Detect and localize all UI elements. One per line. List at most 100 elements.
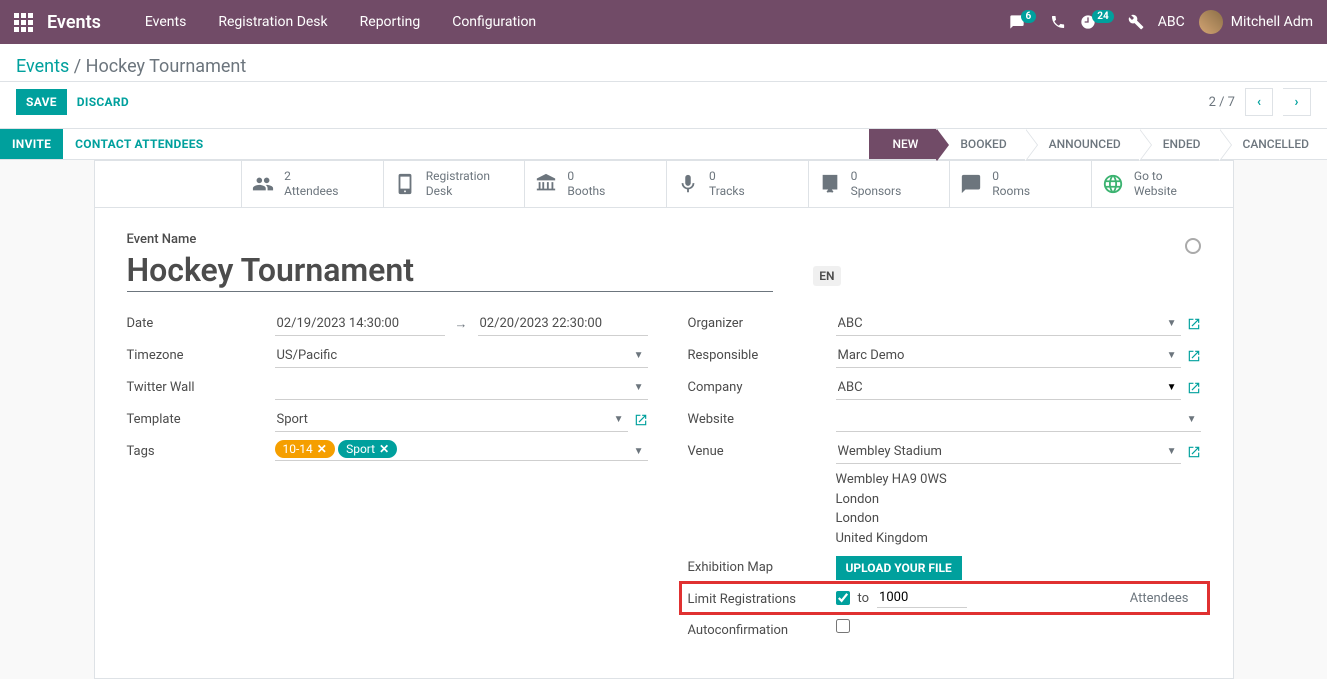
stage-flow: NEW BOOKED ANNOUNCED ENDED CANCELLED <box>869 129 1327 159</box>
stat-website[interactable]: Go toWebsite <box>1091 161 1233 207</box>
template-select[interactable]: ▼ <box>275 408 628 432</box>
stage-new[interactable]: NEW <box>869 129 937 159</box>
event-name-input[interactable] <box>127 249 774 292</box>
external-link-icon[interactable] <box>1187 381 1201 395</box>
venue-address: Wembley HA9 0WS London London United Kin… <box>836 470 1201 548</box>
nav-configuration[interactable]: Configuration <box>436 2 552 42</box>
template-label: Template <box>127 408 275 427</box>
tags-input[interactable]: 10-14 ✕ Sport ✕ ▼ <box>275 440 648 461</box>
limit-registrations-checkbox[interactable] <box>836 591 850 605</box>
limit-value-input[interactable] <box>877 588 967 608</box>
tag[interactable]: Sport ✕ <box>338 440 397 458</box>
tag[interactable]: 10-14 ✕ <box>275 440 335 458</box>
stage-cancelled[interactable]: CANCELLED <box>1219 129 1327 159</box>
tag-remove-icon[interactable]: ✕ <box>317 442 327 456</box>
blackboard-icon <box>819 173 841 195</box>
venue-select[interactable]: ▼ <box>836 440 1181 464</box>
top-navbar: Events Events Registration Desk Reportin… <box>0 0 1327 44</box>
status-bar: INVITE CONTACT ATTENDEES NEW BOOKED ANNO… <box>0 129 1327 160</box>
exhibition-map-label: Exhibition Map <box>688 556 836 575</box>
lang-badge[interactable]: EN <box>813 266 840 286</box>
stat-row: 2Attendees RegistrationDesk 0Booths 0Tra… <box>95 161 1233 208</box>
twitter-wall-select[interactable]: ▼ <box>275 376 648 400</box>
phone-icon[interactable] <box>1050 14 1066 30</box>
company-switcher[interactable]: ABC <box>1158 14 1185 30</box>
responsible-select[interactable]: ▼ <box>836 344 1181 368</box>
external-link-icon[interactable] <box>634 413 648 427</box>
debug-icon[interactable] <box>1128 14 1144 30</box>
pager: 2 / 7 ‹ › <box>1209 88 1311 116</box>
top-menu: Events Registration Desk Reporting Confi… <box>129 2 552 42</box>
stage-announced[interactable]: ANNOUNCED <box>1025 129 1139 159</box>
stat-attendees[interactable]: 2Attendees <box>241 161 383 207</box>
nav-reporting[interactable]: Reporting <box>344 2 437 42</box>
event-name-label: Event Name <box>127 232 774 247</box>
tag-remove-icon[interactable]: ✕ <box>379 442 389 456</box>
bank-icon <box>535 173 557 195</box>
messages-badge: 6 <box>1021 10 1037 23</box>
autoconfirmation-checkbox[interactable] <box>836 619 850 633</box>
pager-next[interactable]: › <box>1283 88 1311 116</box>
stat-tracks[interactable]: 0Tracks <box>666 161 808 207</box>
external-link-icon[interactable] <box>1187 445 1201 459</box>
limit-registrations-highlight: Limit Registrations to Attendees <box>679 581 1210 615</box>
timezone-label: Timezone <box>127 344 275 363</box>
date-end-input[interactable] <box>478 312 648 336</box>
discard-button[interactable]: DISCARD <box>67 89 139 115</box>
stage-booked[interactable]: BOOKED <box>936 129 1024 159</box>
user-name: Mitchell Adm <box>1231 14 1313 30</box>
globe-icon <box>1102 173 1124 195</box>
nav-events[interactable]: Events <box>129 2 202 42</box>
external-link-icon[interactable] <box>1187 349 1201 363</box>
messages-icon[interactable]: 6 <box>1009 14 1037 30</box>
breadcrumb-current: Hockey Tournament <box>86 56 247 77</box>
limit-registrations-label: Limit Registrations <box>688 588 836 607</box>
pager-prev[interactable]: ‹ <box>1245 88 1273 116</box>
stat-rooms[interactable]: 0Rooms <box>949 161 1091 207</box>
apps-icon[interactable] <box>14 13 33 32</box>
timezone-select[interactable]: ▼ <box>275 344 648 368</box>
limit-suffix: Attendees <box>1130 591 1189 606</box>
organizer-select[interactable]: ▼ <box>836 312 1181 336</box>
chat-icon <box>960 173 982 195</box>
nav-registration-desk[interactable]: Registration Desk <box>202 2 343 42</box>
avatar <box>1199 10 1223 34</box>
website-select[interactable]: ▼ <box>836 408 1201 432</box>
people-icon <box>252 173 274 195</box>
control-panel-top: Events / Hockey Tournament <box>0 44 1327 82</box>
date-start-input[interactable] <box>275 312 445 336</box>
date-label: Date <box>127 312 275 331</box>
tags-label: Tags <box>127 440 275 459</box>
header-right: 6 24 ABC Mitchell Adm <box>1009 10 1313 34</box>
blank-stat <box>95 161 242 207</box>
twitter-wall-label: Twitter Wall <box>127 376 275 395</box>
upload-file-button[interactable]: UPLOAD YOUR FILE <box>836 556 962 580</box>
microphone-icon <box>677 173 699 195</box>
activities-badge: 24 <box>1092 10 1113 23</box>
form-sheet: 2Attendees RegistrationDesk 0Booths 0Tra… <box>94 160 1234 679</box>
control-panel-bottom: SAVE DISCARD 2 / 7 ‹ › <box>0 82 1327 129</box>
breadcrumb: Events / Hockey Tournament <box>16 56 1311 77</box>
responsible-label: Responsible <box>688 344 836 363</box>
external-link-icon[interactable] <box>1187 317 1201 331</box>
venue-label: Venue <box>688 440 836 459</box>
user-menu[interactable]: Mitchell Adm <box>1199 10 1313 34</box>
website-label: Website <box>688 408 836 427</box>
arrow-right-icon: → <box>451 316 472 332</box>
stat-registration-desk[interactable]: RegistrationDesk <box>383 161 525 207</box>
app-title: Events <box>47 12 101 33</box>
pager-text[interactable]: 2 / 7 <box>1209 95 1235 110</box>
kanban-state-icon[interactable] <box>1185 238 1201 254</box>
stat-booths[interactable]: 0Booths <box>524 161 666 207</box>
save-button[interactable]: SAVE <box>16 89 67 115</box>
company-select[interactable]: ▼ <box>836 376 1181 400</box>
company-label: Company <box>688 376 836 395</box>
limit-to-text: to <box>858 591 870 606</box>
invite-button[interactable]: INVITE <box>0 129 63 159</box>
activities-icon[interactable]: 24 <box>1080 14 1113 30</box>
stat-sponsors[interactable]: 0Sponsors <box>808 161 950 207</box>
contact-attendees-button[interactable]: CONTACT ATTENDEES <box>63 129 215 159</box>
organizer-label: Organizer <box>688 312 836 331</box>
autoconfirmation-label: Autoconfirmation <box>688 619 836 638</box>
breadcrumb-root[interactable]: Events <box>16 56 69 77</box>
